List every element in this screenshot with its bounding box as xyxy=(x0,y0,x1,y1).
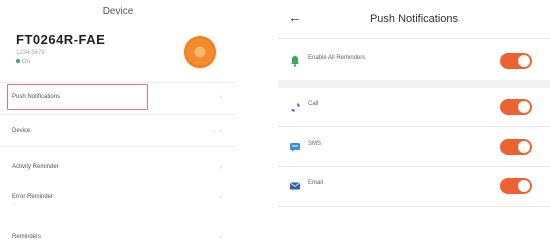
menu-item-error-reminder[interactable]: Error Reminder ... › xyxy=(12,186,222,208)
device-name: FT0264R-FAE xyxy=(16,32,106,47)
setting-label: Email xyxy=(308,180,324,186)
sms-toggle[interactable] xyxy=(500,139,532,155)
section-gap xyxy=(278,80,550,88)
page-title: Push Notifications xyxy=(369,13,459,25)
header: ← Push Notifications xyxy=(278,0,550,38)
email-toggle[interactable] xyxy=(500,178,532,194)
toggle-knob xyxy=(518,180,530,192)
device-subtitle: 1234-5678 xyxy=(16,50,45,56)
menu-item-reminders[interactable]: Reminders › xyxy=(12,226,222,248)
divider xyxy=(278,38,550,39)
toggle-knob xyxy=(518,141,530,153)
push-notifications-panel: ← Push Notifications Enable All Reminder… xyxy=(278,0,550,250)
device-status: On xyxy=(16,59,30,65)
toggle-knob xyxy=(518,55,530,67)
setting-row-call: Call xyxy=(278,88,550,126)
setting-label: SMS xyxy=(308,141,322,147)
device-image xyxy=(184,36,216,68)
device-panel: Device FT0264R-FAE 1234-5678 On Push Not… xyxy=(0,0,236,250)
message-icon xyxy=(288,140,302,154)
chevron-right-icon: › xyxy=(219,93,222,101)
divider xyxy=(0,114,236,115)
menu-item-label: Activity Reminder xyxy=(12,164,59,170)
toggle-knob xyxy=(518,101,530,113)
bell-icon xyxy=(288,54,302,68)
menu-item-device[interactable]: Device ... › xyxy=(12,120,222,142)
page-title: Device xyxy=(102,6,134,17)
selection-highlight xyxy=(7,84,148,110)
divider xyxy=(278,206,550,207)
call-toggle[interactable] xyxy=(500,99,532,115)
menu-item-label: Error Reminder xyxy=(12,194,54,200)
setting-label: Call xyxy=(308,101,319,107)
phone-icon xyxy=(288,100,302,114)
chevron-right-icon: › xyxy=(219,127,222,135)
setting-row-enable-all: Enable All Reminders xyxy=(278,42,550,80)
menu-item-value: ... xyxy=(211,128,216,134)
device-status-text: On xyxy=(22,59,31,65)
setting-label: Enable All Reminders xyxy=(308,55,366,61)
menu-item-label: Reminders xyxy=(12,234,42,240)
menu-item-activity-reminder[interactable]: Activity Reminder › xyxy=(12,156,222,178)
email-icon xyxy=(288,179,302,193)
setting-row-sms: SMS xyxy=(278,128,550,166)
divider xyxy=(0,146,236,147)
divider xyxy=(0,82,236,83)
status-dot-icon xyxy=(16,59,20,64)
setting-row-email: Email xyxy=(278,167,550,205)
enable-all-toggle[interactable] xyxy=(500,53,532,69)
chevron-right-icon: › xyxy=(219,233,222,241)
divider xyxy=(278,126,550,127)
chevron-right-icon: › xyxy=(219,163,222,171)
menu-item-label: Device xyxy=(12,128,31,134)
menu-item-subtitle: ... xyxy=(12,200,16,205)
chevron-right-icon: › xyxy=(219,193,222,201)
